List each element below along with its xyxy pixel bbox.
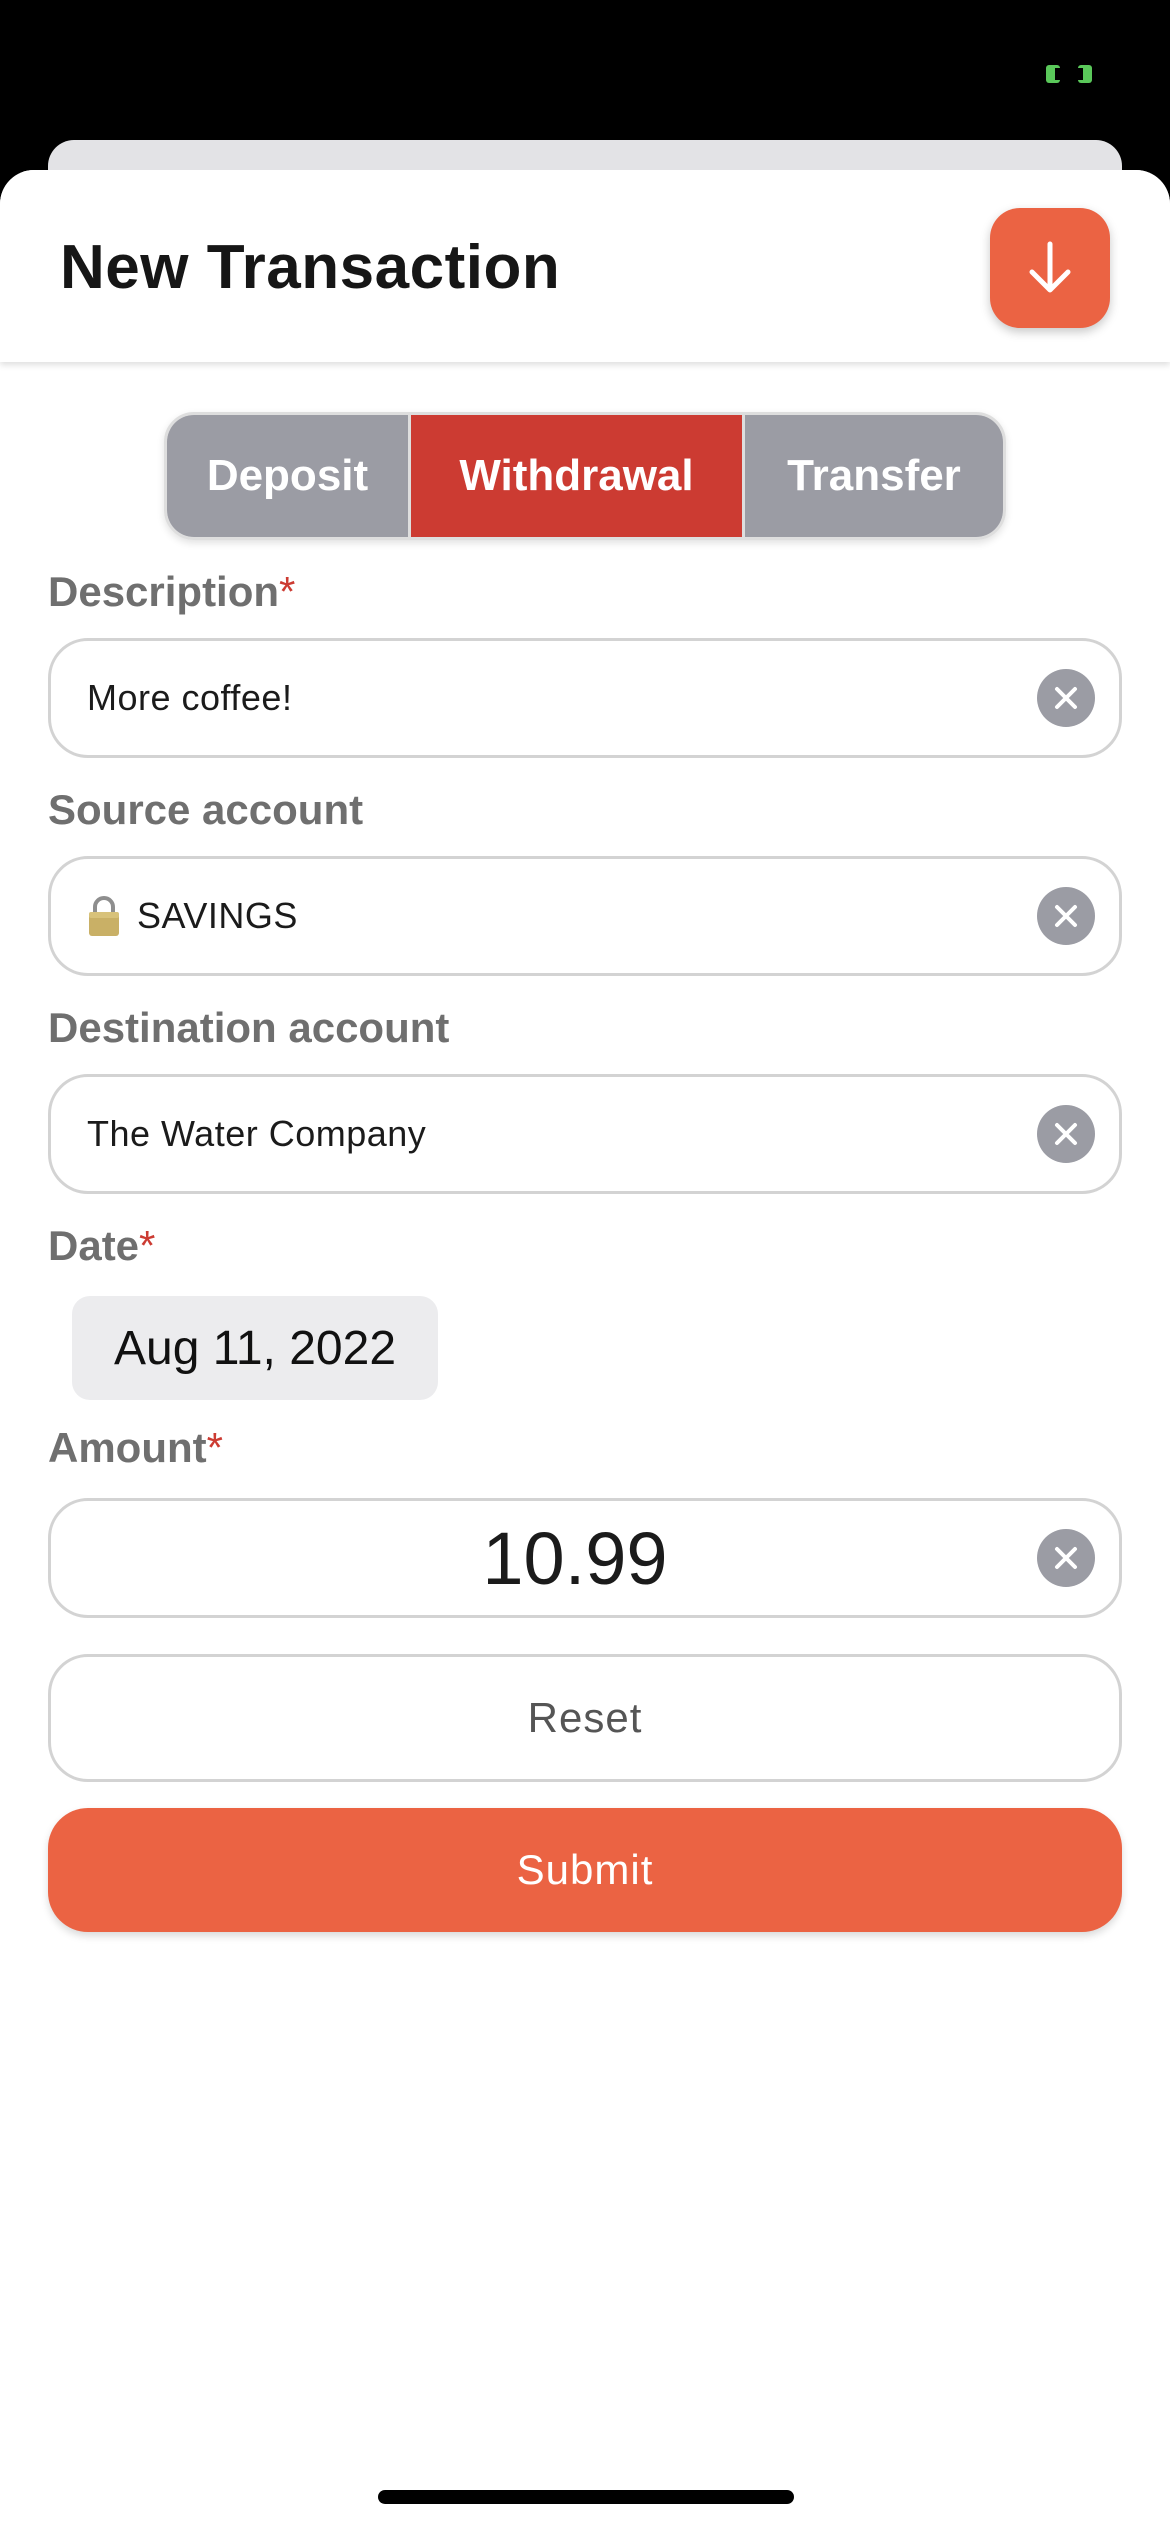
- destination-account-value: The Water Company: [87, 1113, 427, 1154]
- destination-account-field[interactable]: The Water Company: [48, 1074, 1122, 1194]
- required-mark: *: [139, 1222, 156, 1269]
- source-account-label: Source account: [48, 786, 364, 833]
- description-value: More coffee!: [87, 677, 293, 718]
- close-icon: [1055, 687, 1077, 709]
- destination-account-label: Destination account: [48, 1004, 450, 1051]
- submit-button[interactable]: Submit: [48, 1808, 1122, 1932]
- date-label: Date*: [48, 1222, 156, 1269]
- transaction-type-selector: Deposit Withdrawal Transfer: [164, 412, 1006, 540]
- source-account-value: SAVINGS: [137, 895, 298, 936]
- source-account-value-wrap: SAVINGS: [87, 859, 298, 973]
- required-mark: *: [279, 568, 296, 615]
- tab-withdrawal[interactable]: Withdrawal: [411, 415, 745, 537]
- collapse-button[interactable]: [990, 208, 1110, 328]
- page-title: New Transaction: [60, 233, 561, 302]
- description-label: Description*: [48, 568, 296, 615]
- clear-description-button[interactable]: [1037, 669, 1095, 727]
- arrow-down-icon: [1029, 241, 1071, 293]
- source-account-field[interactable]: SAVINGS: [48, 856, 1122, 976]
- reset-button[interactable]: Reset: [48, 1654, 1122, 1782]
- lock-icon: [89, 896, 119, 936]
- tab-transfer[interactable]: Transfer: [745, 415, 1003, 537]
- description-field[interactable]: More coffee!: [48, 638, 1122, 758]
- amount-value: 10.99: [482, 1516, 668, 1600]
- close-icon: [1055, 905, 1077, 927]
- new-transaction-sheet: New Transaction Deposit Withdrawal Trans…: [0, 170, 1170, 2532]
- close-icon: [1055, 1123, 1077, 1145]
- date-picker[interactable]: Aug 11, 2022: [72, 1296, 438, 1400]
- sheet-header: New Transaction: [0, 170, 1170, 362]
- required-mark: *: [206, 1424, 223, 1471]
- amount-label: Amount*: [48, 1424, 223, 1471]
- clear-destination-account-button[interactable]: [1037, 1105, 1095, 1163]
- close-icon: [1055, 1547, 1077, 1569]
- home-indicator[interactable]: [378, 2490, 794, 2504]
- clear-source-account-button[interactable]: [1037, 887, 1095, 945]
- battery-icon: [1046, 65, 1092, 83]
- tab-deposit[interactable]: Deposit: [167, 415, 411, 537]
- status-bar: [0, 0, 1170, 140]
- amount-field[interactable]: 10.99: [48, 1498, 1122, 1618]
- clear-amount-button[interactable]: [1037, 1529, 1095, 1587]
